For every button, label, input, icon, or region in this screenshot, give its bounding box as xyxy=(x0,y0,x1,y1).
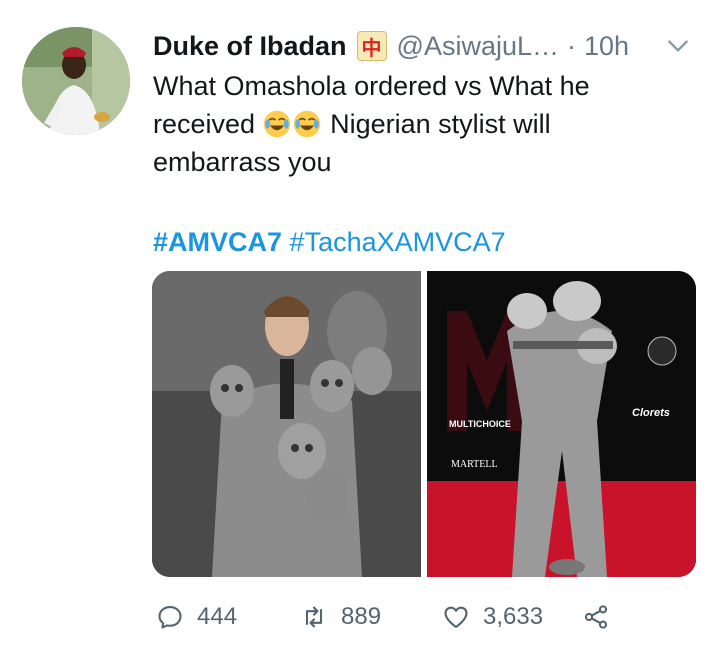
heart-icon xyxy=(444,606,468,628)
hashtag-amvca7[interactable]: #AMVCA7 xyxy=(153,227,282,257)
photo-red-carpet-outfit[interactable]: MULTICHOICE MARTELL Clorets xyxy=(427,271,696,577)
like-button[interactable]: 3,633 xyxy=(442,597,543,637)
backdrop-multichoice: MULTICHOICE xyxy=(449,419,511,429)
share-button[interactable] xyxy=(582,597,610,637)
hashtag-tachaxamvca7[interactable]: #TachaXAMVCA7 xyxy=(290,227,506,257)
retweet-button[interactable]: 889 xyxy=(300,597,381,637)
mahjong-red-dragon-emoji: 中 xyxy=(356,31,387,61)
separator: · xyxy=(567,30,576,61)
photo-left-illustration xyxy=(152,271,421,577)
backdrop-martell: MARTELL xyxy=(451,459,498,470)
media-grid: MULTICHOICE MARTELL Clorets xyxy=(152,271,696,577)
tweet-header: Duke of Ibadan 中 @AsiwajuL… · 10h xyxy=(153,28,699,64)
hashtags: #AMVCA7 #TachaXAMVCA7 xyxy=(153,223,506,261)
share-icon xyxy=(584,605,608,629)
tweet-text-received: received xyxy=(153,109,256,139)
reply-icon xyxy=(158,606,182,629)
tweet-text-line-2: received Nigerian stylist will xyxy=(153,105,673,143)
tweet-actions: 444 889 3,633 xyxy=(152,597,622,637)
tweet-text: What Omashola ordered vs What he receive… xyxy=(153,67,673,181)
author-handle[interactable]: @AsiwajuL… xyxy=(397,31,559,62)
photo-right-illustration: MULTICHOICE MARTELL Clorets xyxy=(427,271,696,577)
tweet-text-line-1: What Omashola ordered vs What he xyxy=(153,71,590,101)
retweet-icon xyxy=(305,606,323,628)
retweet-count: 889 xyxy=(341,603,382,630)
chevron-down-icon[interactable] xyxy=(665,33,691,59)
author-name[interactable]: Duke of Ibadan xyxy=(153,31,347,62)
reply-count: 444 xyxy=(197,603,238,630)
tweet[interactable]: Duke of Ibadan 中 @AsiwajuL… · 10h What O… xyxy=(0,0,719,658)
tweet-text-stylist: Nigerian stylist will xyxy=(330,109,551,139)
backdrop-clorets: Clorets xyxy=(632,407,670,419)
avatar-photo xyxy=(22,27,130,135)
avatar[interactable] xyxy=(22,27,130,135)
reply-button[interactable]: 444 xyxy=(156,597,237,637)
face-with-tears-of-joy-emoji xyxy=(293,110,320,138)
face-with-tears-of-joy-emoji xyxy=(263,110,290,138)
tweet-text-line-3: embarrass you xyxy=(153,147,332,177)
like-count: 3,633 xyxy=(483,603,544,630)
photo-model-grey-suit[interactable] xyxy=(152,271,421,577)
timestamp[interactable]: 10h xyxy=(584,31,629,62)
